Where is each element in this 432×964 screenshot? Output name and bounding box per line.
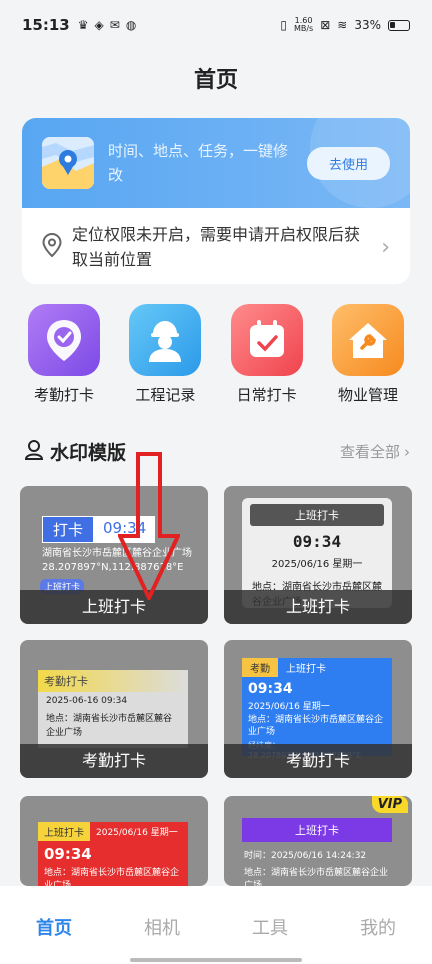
tab-mine[interactable]: 我的 [360,914,396,964]
template-card[interactable]: 上班打卡 2025/06/16 星期一 09:34 地点：湖南省长沙市岳麓区麓谷… [20,796,208,886]
templates-section-header: 水印模版 查看全部 › [24,438,410,465]
wifi-icon: ≋ [337,18,348,32]
banner-top[interactable]: 时间、地点、任务，一键修改 去使用 [22,118,410,208]
template-card[interactable]: VIP 上班打卡 时间：2025/06/16 14:24:32 地点：湖南省长沙… [224,796,412,886]
quick-action-property[interactable]: 物业管理 [322,304,414,405]
clock-check-icon [28,304,100,376]
tab-tools[interactable]: 工具 [252,914,288,964]
tab-home[interactable]: 首页 [32,914,76,964]
template-card[interactable]: 上班打卡 09:34 2025/06/16 星期一 地点：湖南省长沙市岳麓区麓谷… [224,486,412,624]
quick-action-label: 日常打卡 [236,386,297,404]
sim-icon: ⊠ [320,18,331,32]
tab-camera[interactable]: 相机 [144,914,180,964]
bottom-nav: 首页 相机 工具 我的 [0,886,432,964]
template-card[interactable]: 考勤打卡 2025-06-16 09:34 地点：湖南省长沙市岳麓区麓谷企业广场… [20,640,208,778]
calendar-check-icon [230,304,303,376]
location-pin-icon [42,232,64,261]
banner-card: 时间、地点、任务，一键修改 去使用 定位权限未开启，需要申请开启权限后获取当前位… [22,118,410,284]
quick-action-label: 考勤打卡 [33,386,94,404]
status-time: 15:13 [22,16,70,34]
app-icon: ◈ [94,18,104,32]
location-notice: 定位权限未开启，需要申请开启权限后获取当前位置 [72,225,361,269]
net-speed: 1.60 MB/s [293,16,314,33]
template-caption: 考勤打卡 [20,744,208,778]
crown-icon: ♛ [77,18,89,32]
quick-action-label: 工程记录 [135,386,196,404]
battery-percent: 33% [354,18,381,32]
wechat-icon: ◍ [125,18,137,32]
map-icon [42,137,94,189]
template-caption: 上班打卡 [224,590,412,624]
user-icon [24,439,44,465]
section-title: 水印模版 [50,442,127,464]
location-permission-row[interactable]: 定位权限未开启，需要申请开启权限后获取当前位置 › [22,208,410,272]
chevron-right-icon: › [381,234,390,260]
worker-icon [129,304,202,376]
mail-icon: ✉ [109,18,120,32]
battery-icon [388,19,410,31]
page-title: 首页 [193,68,238,93]
status-bar: 15:13 ♛ ◈ ✉ ◍ ▯ 1.60 MB/s ⊠ ≋ 33% [0,0,432,50]
chevron-right-icon: › [404,442,410,461]
quick-action-attendance[interactable]: 考勤打卡 [18,304,110,405]
vip-badge: VIP [371,796,408,813]
template-caption: 考勤打卡 [224,744,412,778]
quick-action-engineering[interactable]: 工程记录 [119,304,211,405]
quick-action-daily[interactable]: 日常打卡 [221,304,313,405]
house-wrench-icon [331,304,404,376]
status-notification-icons: ♛ ◈ ✉ ◍ [78,18,137,32]
arrow-down-icon [118,452,180,600]
status-right: ▯ 1.60 MB/s ⊠ ≋ 33% [280,17,410,33]
quick-actions: 考勤打卡 工程记录 日常打卡 物业管理 [18,304,414,405]
template-card[interactable]: 考勤 上班打卡 09:34 2025/06/16 星期一 地点：湖南省长沙市岳麓… [224,640,412,778]
use-now-button[interactable]: 去使用 [306,146,390,180]
vibrate-icon: ▯ [280,18,287,32]
quick-action-label: 物业管理 [337,386,398,404]
home-indicator[interactable] [130,958,302,962]
banner-text: 时间、地点、任务，一键修改 [108,142,289,184]
see-all-link[interactable]: 查看全部 › [340,441,410,462]
